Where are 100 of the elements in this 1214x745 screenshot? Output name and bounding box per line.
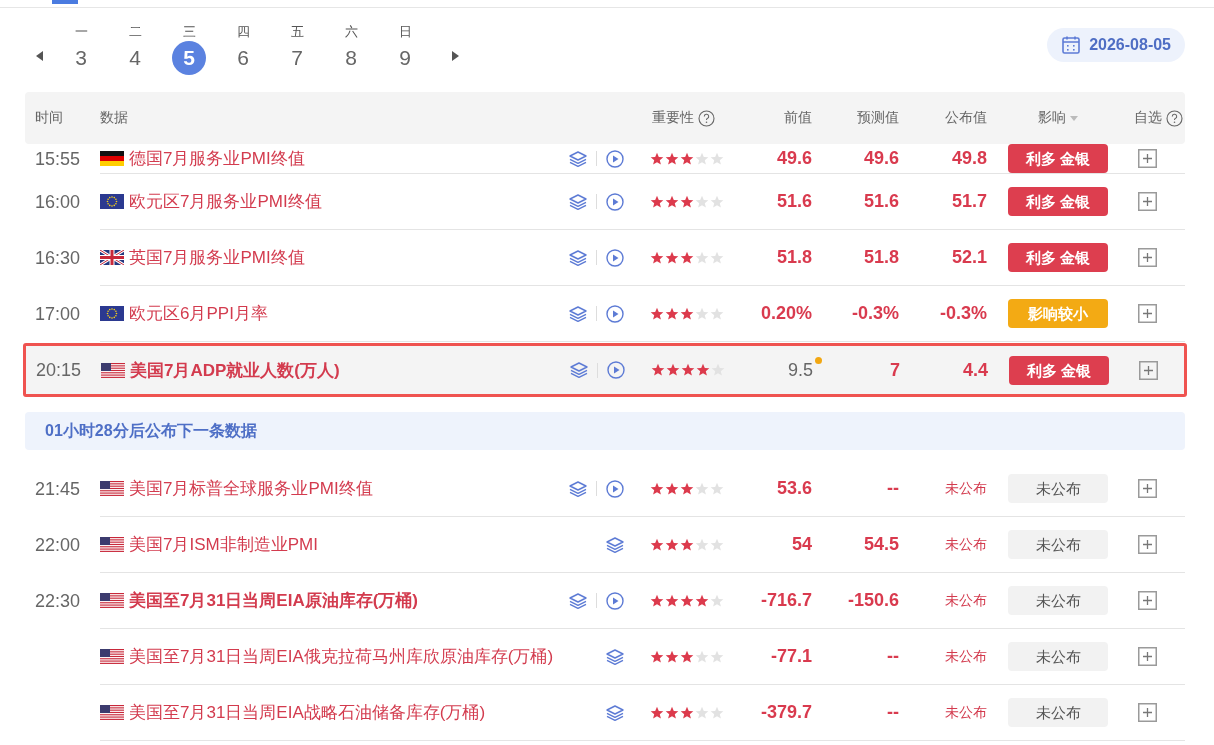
event-name[interactable]: 美国至7月31日当周EIA俄克拉荷马州库欣原油库存(万桶) [129,645,554,668]
star-icon [650,481,664,496]
layers-icon[interactable] [569,193,587,210]
event-time: 21:45 [35,478,81,500]
day-tab[interactable]: 六 8 [324,23,378,75]
layers-icon[interactable] [569,249,587,266]
previous-week-icon[interactable] [36,51,44,61]
event-time: 16:00 [35,191,81,213]
add-icon[interactable] [1138,248,1157,267]
star-icon [695,151,709,166]
impact-badge: 利多 金银 [1008,144,1108,173]
star-icon [710,481,724,496]
column-header: 重要性 [652,109,694,127]
actual-value: 未公布 [945,647,987,666]
star-icon [695,649,709,664]
previous-value: 9.5 [787,359,813,381]
star-icon [710,250,724,265]
add-icon[interactable] [1138,479,1157,498]
next-week-icon[interactable] [452,51,460,61]
forecast-value: -- [887,702,899,723]
impact-badge: 利多 金银 [1009,355,1109,385]
day-tab[interactable]: 日 9 [378,23,432,75]
star-icon [665,593,679,608]
play-icon[interactable] [606,248,624,267]
previous-value: 51.8 [776,247,812,268]
play-icon[interactable] [607,361,625,379]
add-icon[interactable] [1138,647,1157,666]
countdown-banner: 01小时28分后公布下一条数据 [25,412,1185,450]
play-icon[interactable] [606,192,624,211]
column-header: 公布值 [945,109,987,127]
column-header[interactable]: 影响 [1037,109,1066,127]
layers-icon[interactable] [569,480,587,497]
star-icon [710,194,724,209]
previous-value: 54 [791,534,812,555]
add-icon[interactable] [1138,192,1157,211]
star-icon [695,306,709,321]
layers-icon[interactable] [570,362,588,378]
actual-value: 49.8 [951,148,987,169]
star-icon [695,705,709,720]
add-icon[interactable] [1138,149,1157,168]
star-icon [695,481,709,496]
star-icon [681,363,695,377]
revised-dot [815,356,822,364]
add-icon[interactable] [1138,591,1157,610]
star-icon [680,537,694,552]
event-name[interactable]: 美国至7月31日当周EIA原油库存(万桶) [129,589,419,612]
star-icon [650,306,664,321]
star-icon [665,194,679,209]
event-name[interactable]: 美国至7月31日当周EIA战略石油储备库存(万桶) [129,701,486,724]
impact-badge: 未公布 [1008,642,1108,671]
event-name[interactable]: 英国7月服务业PMI终值 [129,246,305,269]
actual-value: 未公布 [945,479,987,498]
date-picker[interactable]: 2026-08-05 [1047,28,1185,62]
play-icon[interactable] [606,479,624,498]
layers-icon[interactable] [606,648,624,665]
day-tab[interactable]: 三 5 [162,23,216,75]
event-name[interactable]: 德国7月服务业PMI终值 [129,147,305,170]
star-icon [696,363,710,377]
star-icon [650,151,664,166]
event-name[interactable]: 美国7月ISM非制造业PMI [129,533,318,556]
layers-icon[interactable] [606,536,624,553]
impact-badge: 利多 金银 [1008,187,1108,216]
day-tab[interactable]: 一 3 [54,23,108,75]
forecast-value: 7 [890,359,900,381]
event-name[interactable]: 欧元区7月服务业PMI终值 [129,190,322,213]
add-icon[interactable] [1139,360,1158,380]
day-tab[interactable]: 五 7 [270,23,324,75]
layers-icon[interactable] [569,305,587,322]
forecast-value: -- [887,646,899,667]
event-name[interactable]: 美国7月标普全球服务业PMI终值 [129,477,373,500]
impact-badge: 影响较小 [1008,299,1108,328]
play-icon[interactable] [606,591,624,610]
star-icon [665,250,679,265]
forecast-value: -150.6 [847,590,899,611]
layers-icon[interactable] [569,592,587,609]
event-name[interactable]: 美国7月ADP就业人数(万人) [130,358,340,382]
star-icon [680,151,694,166]
previous-value: -379.7 [760,702,812,723]
event-time: 17:00 [35,303,81,325]
layers-icon[interactable] [606,704,624,721]
star-icon [680,250,694,265]
help-icon[interactable] [1166,109,1183,127]
add-icon[interactable] [1138,535,1157,554]
day-tab[interactable]: 四 6 [216,23,270,75]
actual-value: 未公布 [945,703,987,722]
event-time: 20:15 [36,359,82,381]
tab-indicator [52,0,78,4]
star-icon [695,593,709,608]
star-icon [710,151,724,166]
event-name[interactable]: 欧元区6月PPI月率 [129,302,268,325]
column-header: 数据 [100,109,128,127]
add-icon[interactable] [1138,703,1157,722]
help-icon[interactable] [698,109,715,127]
day-tab[interactable]: 二 4 [108,23,162,75]
actual-value: -0.3% [939,303,987,324]
layers-icon[interactable] [569,150,587,167]
play-icon[interactable] [606,149,624,168]
add-icon[interactable] [1138,304,1157,323]
play-icon[interactable] [606,304,624,323]
previous-value: 49.6 [776,148,812,169]
